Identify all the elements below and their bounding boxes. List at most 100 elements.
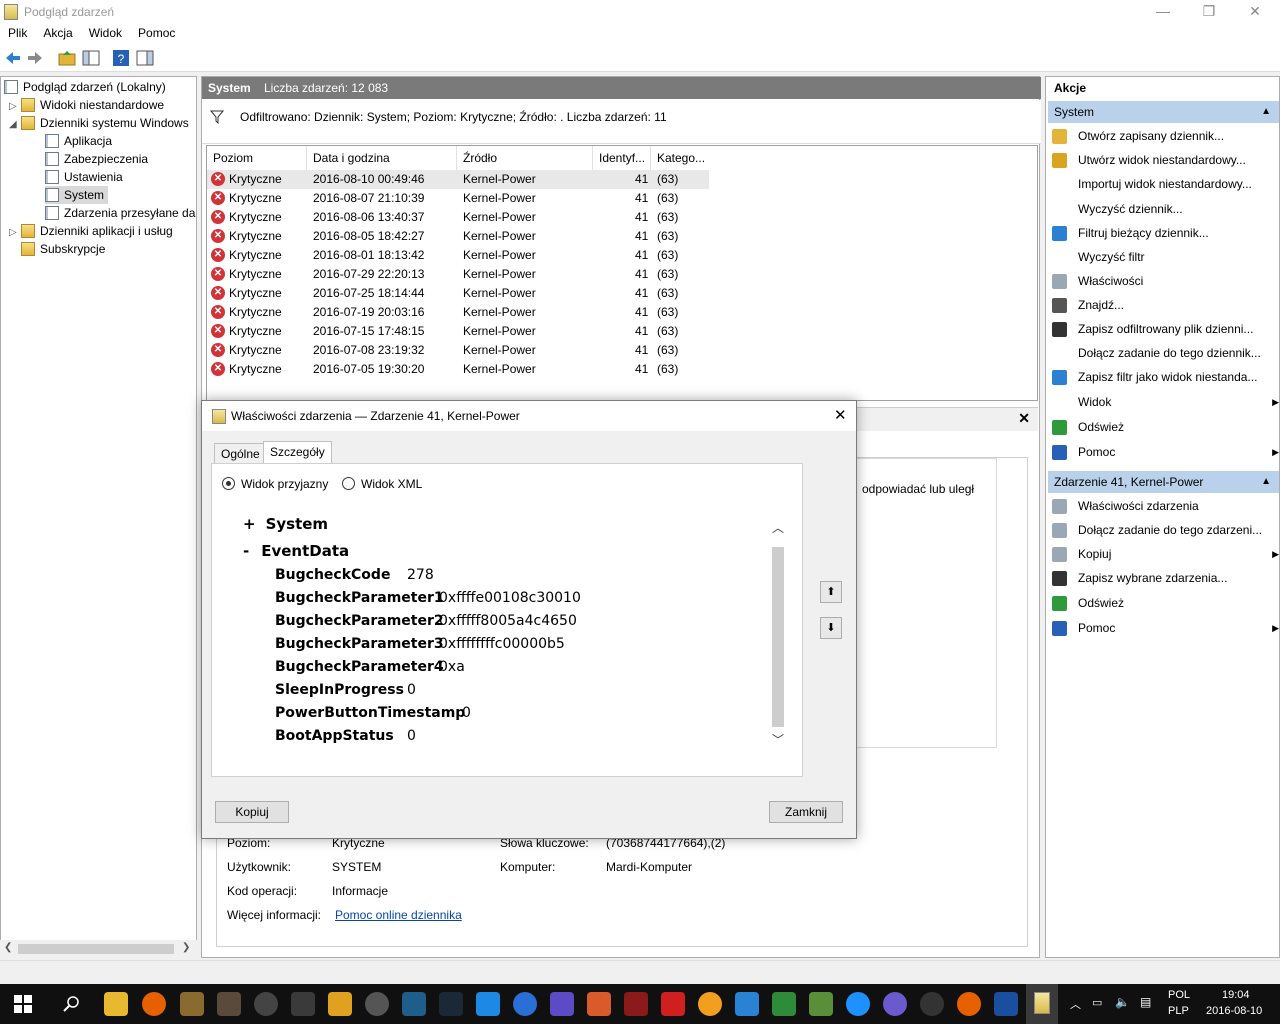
table-row[interactable]: ✕ Krytyczne 2016-07-29 22:20:13 Kernel-Powe… xyxy=(207,265,709,284)
table-row[interactable]: ✕ Krytyczne 2016-07-05 19:30:20 Kernel-Powe… xyxy=(207,360,709,379)
volume-icon[interactable]: 🔈 xyxy=(1115,995,1130,1009)
tree-horizontal-scrollbar[interactable]: ❮ ❯ xyxy=(0,940,197,958)
app-icon[interactable] xyxy=(735,992,759,1016)
app-icon[interactable] xyxy=(513,992,537,1016)
action-item[interactable]: Otwórz zapisany dziennik... xyxy=(1052,125,1275,147)
tree-item-security[interactable]: Zabezpieczenia xyxy=(45,150,148,168)
action-item[interactable]: Właściwości xyxy=(1052,270,1275,292)
scroll-left-icon[interactable]: ❮ xyxy=(4,942,12,953)
action-item[interactable]: Dołącz zadanie do tego dziennik... xyxy=(1052,342,1275,364)
expand-toggle[interactable]: + xyxy=(243,515,256,533)
eventdata-node[interactable]: - EventData xyxy=(243,542,349,560)
action-item[interactable]: Wyczyść dziennik... xyxy=(1052,198,1275,220)
network-icon[interactable]: ▭ xyxy=(1092,996,1102,1009)
action-item[interactable]: Znajdź... xyxy=(1052,294,1275,316)
file-explorer-icon[interactable] xyxy=(104,992,128,1016)
dialog-close-icon[interactable]: ✕ xyxy=(834,406,847,424)
tree-item-app-service-logs[interactable]: ▷ Dzienniki aplikacji i usług xyxy=(9,222,173,240)
table-row[interactable]: ✕ Krytyczne 2016-08-07 21:10:39 Kernel-Powe… xyxy=(207,189,709,208)
action-item[interactable]: Utwórz widok niestandardowy... xyxy=(1052,149,1275,171)
close-button[interactable]: ✕ xyxy=(1232,0,1278,24)
firefox-icon[interactable] xyxy=(142,992,166,1016)
star-app-icon[interactable] xyxy=(254,992,278,1016)
menu-akcja[interactable]: Akcja xyxy=(35,24,80,42)
scroll-right-icon[interactable]: ❯ xyxy=(182,942,190,953)
back-icon[interactable] xyxy=(4,49,22,67)
app-icon[interactable] xyxy=(402,992,426,1016)
collapse-icon[interactable]: ◢ xyxy=(9,116,21,134)
system-node[interactable]: + System xyxy=(243,515,328,533)
event-action-item[interactable]: Kopiuj ▶ xyxy=(1052,543,1279,565)
app-icon[interactable] xyxy=(920,992,944,1016)
tree-item-setup[interactable]: Ustawienia xyxy=(45,168,123,186)
app-icon[interactable] xyxy=(698,992,722,1016)
col-category[interactable]: Katego... xyxy=(651,146,709,170)
action-item[interactable]: Zapisz odfiltrowany plik dzienni... xyxy=(1052,318,1275,340)
show-hide-tree-icon[interactable] xyxy=(82,49,100,67)
input-language[interactable]: POL xyxy=(1168,989,1190,1001)
clock-time[interactable]: 19:04 xyxy=(1222,989,1250,1001)
app-icon[interactable] xyxy=(661,992,685,1016)
tree-item-application[interactable]: Aplikacja xyxy=(45,132,112,150)
col-source[interactable]: Źródło xyxy=(457,146,593,170)
table-row[interactable]: ✕ Krytyczne 2016-08-05 18:42:27 Kernel-Powe… xyxy=(207,227,709,246)
action-item[interactable]: Odśwież xyxy=(1052,416,1275,438)
maximize-button[interactable]: ❐ xyxy=(1186,0,1232,24)
app-icon[interactable] xyxy=(809,992,833,1016)
radio-icon[interactable] xyxy=(342,477,355,490)
scroll-thumb[interactable] xyxy=(18,944,174,954)
steam-icon[interactable] xyxy=(439,992,463,1016)
game-icon[interactable] xyxy=(291,992,315,1016)
menu-pomoc[interactable]: Pomoc xyxy=(130,24,183,42)
event-viewer-task[interactable] xyxy=(1026,984,1058,1024)
table-row[interactable]: ✕ Krytyczne 2016-07-25 18:14:44 Kernel-Powe… xyxy=(207,284,709,303)
tree-item-custom-views[interactable]: ▷ Widoki niestandardowe xyxy=(9,96,164,114)
scroll-up-icon[interactable]: ︿ xyxy=(772,519,784,536)
event-action-item[interactable]: Zapisz wybrane zdarzenia... xyxy=(1052,567,1275,589)
event-action-item[interactable]: Właściwości zdarzenia xyxy=(1052,495,1275,517)
preview-close-icon[interactable]: ✕ xyxy=(1018,410,1030,427)
media-player-icon[interactable] xyxy=(476,992,500,1016)
previous-event-button[interactable]: ⬆ xyxy=(820,581,842,603)
firefox-icon[interactable] xyxy=(957,992,981,1016)
input-layout[interactable]: PLP xyxy=(1168,1005,1189,1017)
action-item[interactable]: Importuj widok niestandardowy... xyxy=(1052,173,1275,195)
action-item[interactable]: Pomoc ▶ xyxy=(1052,441,1279,463)
tab-details[interactable]: Szczegóły xyxy=(263,441,332,465)
action-item[interactable]: Wyczyść filtr xyxy=(1052,246,1275,268)
game-icon[interactable] xyxy=(217,992,241,1016)
table-row[interactable]: ✕ Krytyczne 2016-08-06 13:40:37 Kernel-Powe… xyxy=(207,208,709,227)
event-action-item[interactable]: Odśwież xyxy=(1052,592,1275,614)
notifications-icon[interactable]: ▤ xyxy=(1140,995,1151,1009)
table-row[interactable]: ✕ Krytyczne 2016-07-19 20:03:16 Kernel-Powe… xyxy=(207,303,709,322)
app-icon[interactable] xyxy=(846,992,870,1016)
search-icon[interactable] xyxy=(62,995,80,1013)
app-icon[interactable] xyxy=(587,992,611,1016)
col-level[interactable]: Poziom xyxy=(207,146,307,170)
table-row[interactable]: ✕ Krytyczne 2016-08-10 00:49:46 Kernel-Powe… xyxy=(207,170,709,189)
show-hide-actions-icon[interactable] xyxy=(136,49,154,67)
tree-item-windows-logs[interactable]: ◢ Dzienniki systemu Windows xyxy=(9,114,189,132)
menu-widok[interactable]: Widok xyxy=(81,24,130,42)
collapse-icon[interactable]: ▲ xyxy=(1261,471,1271,493)
action-item[interactable]: Filtruj bieżący dziennik... xyxy=(1052,222,1275,244)
app-icon[interactable] xyxy=(365,992,389,1016)
app-icon[interactable] xyxy=(180,992,204,1016)
cpu-icon[interactable] xyxy=(550,992,574,1016)
windows-start-icon[interactable] xyxy=(14,995,32,1013)
table-row[interactable]: ✕ Krytyczne 2016-07-15 17:48:15 Kernel-Powe… xyxy=(207,322,709,341)
tree-item-subscriptions[interactable]: Subskrypcje xyxy=(9,240,105,258)
clock-date[interactable]: 2016-08-10 xyxy=(1206,1005,1262,1017)
next-event-button[interactable]: ⬇ xyxy=(820,617,842,639)
app-icon[interactable] xyxy=(624,992,648,1016)
tree-item-system[interactable]: System xyxy=(45,186,109,204)
tree-item-forwarded-events[interactable]: Zdarzenia przesyłane dalej xyxy=(45,204,196,222)
copy-button[interactable]: Kopiuj xyxy=(215,801,289,823)
detail-scroll-thumb[interactable] xyxy=(772,547,784,727)
forward-icon[interactable] xyxy=(26,49,44,67)
collapse-toggle[interactable]: - xyxy=(243,542,249,560)
help-icon[interactable]: ? xyxy=(112,49,130,67)
menu-plik[interactable]: Plik xyxy=(0,24,35,42)
minimize-button[interactable]: — xyxy=(1140,0,1186,24)
col-date[interactable]: Data i godzina xyxy=(307,146,457,170)
